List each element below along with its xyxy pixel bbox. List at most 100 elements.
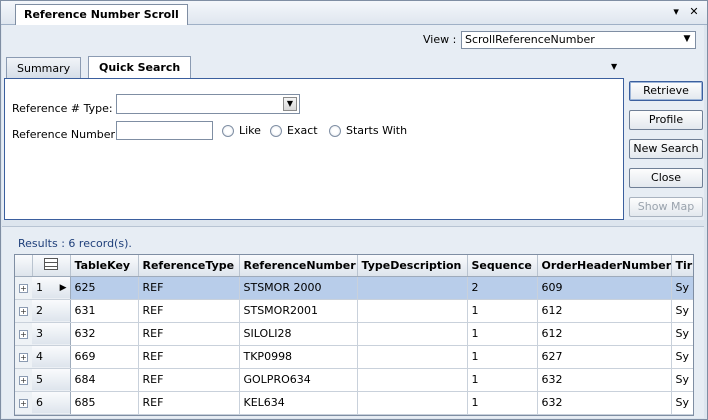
expand-row-icon[interactable]: + — [15, 276, 32, 300]
table-cell[interactable]: 2 — [467, 276, 538, 300]
table-cell[interactable]: 631 — [70, 299, 139, 323]
table-cell[interactable]: 632 — [537, 391, 672, 415]
title-bar: Reference Number Scroll ▾ ✕ — [1, 1, 707, 25]
title-buttons: ▾ ✕ — [669, 5, 701, 18]
column-header-sequence[interactable]: Sequence — [467, 255, 538, 277]
table-row[interactable]: +2 631 REF STSMOR2001 1 612 Sy — [15, 299, 693, 323]
table-row[interactable]: +4 669 REF TKP0998 1 627 Sy — [15, 345, 693, 369]
profile-button[interactable]: Profile — [629, 110, 703, 130]
table-cell[interactable]: 1 — [467, 368, 538, 392]
chevron-down-icon[interactable]: ▼ — [283, 97, 297, 111]
expand-row-icon[interactable]: + — [15, 299, 32, 323]
table-cell[interactable]: REF — [138, 299, 240, 323]
table-row[interactable]: +5 684 REF GOLPRO634 1 632 Sy — [15, 368, 693, 392]
expand-row-icon[interactable]: + — [15, 391, 32, 415]
table-cell[interactable]: REF — [138, 322, 240, 346]
expand-row-icon[interactable]: + — [15, 322, 32, 346]
table-cell[interactable]: REF — [138, 391, 240, 415]
window-menu-icon[interactable]: ▾ — [669, 5, 683, 18]
column-header-referencenumber[interactable]: ReferenceNumber — [239, 255, 358, 277]
column-header-orderheadernumber[interactable]: OrderHeaderNumber — [537, 255, 672, 277]
current-row-icon: ▶ — [59, 282, 67, 293]
tab-summary[interactable]: Summary — [6, 57, 82, 78]
retrieve-button[interactable]: Retrieve — [629, 81, 703, 101]
row-number[interactable]: 5 — [32, 368, 71, 392]
reference-type-label: Reference # Type: — [12, 102, 113, 115]
table-cell[interactable]: SILOLI28 — [239, 322, 358, 346]
radio-exact[interactable]: Exact — [270, 124, 318, 137]
results-count: Results : 6 record(s). — [18, 237, 132, 250]
row-number[interactable]: 3 — [32, 322, 71, 346]
tab-quick-search[interactable]: Quick Search — [88, 56, 192, 79]
table-cell[interactable] — [357, 368, 468, 392]
document-tab[interactable]: Reference Number Scroll — [15, 4, 188, 25]
grid-scroll-area[interactable] — [694, 254, 704, 416]
table-cell[interactable]: TKP0998 — [239, 345, 358, 369]
table-cell[interactable] — [357, 299, 468, 323]
header-row: TableKey ReferenceType ReferenceNumber T… — [15, 255, 693, 277]
table-cell[interactable]: REF — [138, 276, 240, 300]
row-number[interactable]: 6 — [32, 391, 71, 415]
table-row[interactable]: +1 ▶ 625 REF STSMOR 2000 2 609 Sy — [15, 276, 693, 300]
table-cell[interactable] — [357, 345, 468, 369]
table-cell[interactable]: 1 — [467, 345, 538, 369]
radio-exact-label: Exact — [287, 124, 318, 137]
quick-search-body — [4, 78, 624, 220]
row-number[interactable]: 1 ▶ — [32, 276, 71, 300]
table-cell[interactable] — [357, 391, 468, 415]
table-cell[interactable]: Sy — [671, 322, 693, 346]
table-cell[interactable]: Sy — [671, 368, 693, 392]
close-button[interactable]: Close — [629, 168, 703, 188]
results-grid: TableKey ReferenceType ReferenceNumber T… — [14, 254, 694, 416]
table-cell[interactable]: STSMOR2001 — [239, 299, 358, 323]
view-select-value: ScrollReferenceNumber — [465, 33, 595, 46]
table-cell[interactable]: 612 — [537, 322, 672, 346]
radio-circle-icon — [270, 124, 282, 137]
table-cell[interactable]: KEL634 — [239, 391, 358, 415]
table-cell[interactable]: 1 — [467, 391, 538, 415]
tab-dropdown-icon[interactable]: ▼ — [611, 62, 617, 71]
row-number[interactable]: 2 — [32, 299, 71, 323]
column-header-referencetype[interactable]: ReferenceType — [138, 255, 240, 277]
row-number-text: 2 — [36, 304, 43, 317]
table-row[interactable]: +6 685 REF KEL634 1 632 Sy — [15, 391, 693, 415]
chevron-down-icon[interactable]: ▼ — [680, 33, 694, 47]
table-cell[interactable]: STSMOR 2000 — [239, 276, 358, 300]
table-cell[interactable] — [357, 322, 468, 346]
table-cell[interactable]: GOLPRO634 — [239, 368, 358, 392]
column-header-typedescription[interactable]: TypeDescription — [357, 255, 468, 277]
table-cell[interactable]: Sy — [671, 345, 693, 369]
table-row[interactable]: +3 632 REF SILOLI28 1 612 Sy — [15, 322, 693, 346]
view-select[interactable]: ScrollReferenceNumber ▼ — [461, 31, 696, 49]
column-header-tablekey[interactable]: TableKey — [70, 255, 139, 277]
table-cell[interactable]: 1 — [467, 299, 538, 323]
table-cell[interactable]: Sy — [671, 391, 693, 415]
table-cell[interactable]: 632 — [70, 322, 139, 346]
table-cell[interactable]: Sy — [671, 276, 693, 300]
expand-row-icon[interactable]: + — [15, 345, 32, 369]
new-search-button[interactable]: New Search — [629, 139, 703, 159]
table-cell[interactable]: 627 — [537, 345, 672, 369]
table-cell[interactable]: REF — [138, 345, 240, 369]
table-cell[interactable]: 632 — [537, 368, 672, 392]
table-cell[interactable]: 684 — [70, 368, 139, 392]
reference-type-select[interactable]: ▼ — [116, 94, 300, 114]
radio-like[interactable]: Like — [222, 124, 261, 137]
radio-starts-with[interactable]: Starts With — [329, 124, 407, 137]
column-chooser-icon[interactable] — [32, 255, 71, 277]
table-cell[interactable]: 669 — [70, 345, 139, 369]
table-cell[interactable]: 625 — [70, 276, 139, 300]
reference-number-input[interactable] — [116, 121, 213, 140]
table-cell[interactable]: 612 — [537, 299, 672, 323]
table-cell[interactable]: 609 — [537, 276, 672, 300]
table-cell[interactable] — [357, 276, 468, 300]
column-header-tir[interactable]: Tir — [671, 255, 693, 277]
table-cell[interactable]: 1 — [467, 322, 538, 346]
table-cell[interactable]: REF — [138, 368, 240, 392]
table-cell[interactable]: Sy — [671, 299, 693, 323]
expand-row-icon[interactable]: + — [15, 368, 32, 392]
table-cell[interactable]: 685 — [70, 391, 139, 415]
row-number[interactable]: 4 — [32, 345, 71, 369]
results-table: TableKey ReferenceType ReferenceNumber T… — [15, 255, 693, 415]
window-close-icon[interactable]: ✕ — [687, 5, 701, 18]
